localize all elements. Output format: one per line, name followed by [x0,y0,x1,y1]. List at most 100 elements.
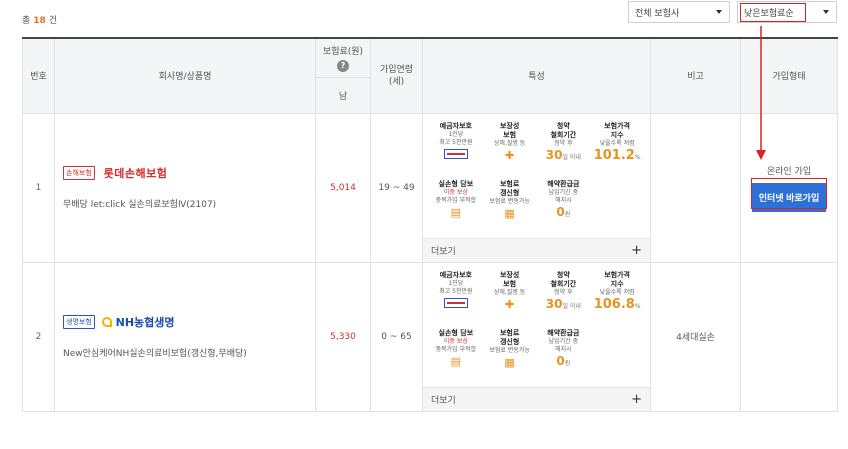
more-toggle[interactable]: 더보기 + [423,386,650,411]
price-index-unit: % [634,302,641,310]
withdrawal-unit: 일 이내 [562,153,581,161]
price-index: 보험가격 지수 낮을수록 저렴 101.2% [590,118,644,176]
header-company-product: 회사명/상품명 [54,37,316,114]
table-row: 2 생명보험 NH농협생명 New안심케어NH실손의료비보험(갱신형,무배당) … [22,261,838,412]
age-range: 0 ~ 65 [370,261,423,412]
note-cell: 4세대실손 [650,261,741,412]
category-badge: 손해보험 [63,166,95,180]
actual-loss-warning: 이중 보상 [443,337,468,345]
sort-highlight-box [740,3,806,22]
row-number: 1 [22,112,55,263]
count-prefix: 총 [22,16,31,26]
compensation-type: 보장성 보험 상해,질병 등 ✚ [483,267,537,325]
withdrawal-title: 청약 철회기간 [550,121,577,139]
actual-loss-title: 실손형 담보 [438,179,474,188]
refund-title: 해약환급금 [547,328,580,337]
price-index-unit: % [634,153,641,161]
actual-loss-warning: 이중 보상 [443,188,468,196]
document-icon: ▤ [450,205,462,219]
company-logo: 롯데손해보험 [103,167,168,180]
note-cell [650,112,741,263]
header-no: 번호 [22,37,55,114]
refund-unit: 원 [564,359,571,367]
chart-icon: ▦ [504,206,515,220]
surrender-refund: 해약환급금 납입기간 중 해지시 0원 [537,176,591,234]
join-type-cell: 온라인 가입 인터넷 바로가입 [740,112,838,263]
deposit-protection-icon [443,297,468,308]
join-highlight-box [751,177,827,209]
premium-value: 5,014 [315,112,371,263]
actual-loss-sub: 중복가입 부적합 [435,345,477,353]
company-logo: NH농협생명 [115,316,175,329]
empty-feature [590,176,644,234]
table-row: 1 손해보험 롯데손해보험 무배당 let:click 실손의료보험Ⅳ(2107… [22,112,838,263]
compensation-title: 보장성 보험 [499,270,520,288]
compensation-sub: 상해,질병 등 [493,288,526,296]
result-count: 총 18 건 [22,13,57,26]
deposit-title: 예금자보호 [439,270,472,279]
nh-logo-icon [101,317,112,327]
withdrawal-title: 청약 철회기간 [550,270,577,288]
renewal-sub: 보험료 변동가능 [489,346,530,354]
actual-loss-coverage: 실손형 담보 이중 보상 중복가입 부적합 ▤ [429,325,483,383]
actual-loss-sub: 중복가입 부적합 [435,196,477,204]
header-note: 비고 [650,37,741,114]
deposit-sub2: 최고 5천만원 [439,138,473,146]
compensation-type: 보장성 보험 상해,질병 등 ✚ [483,118,537,176]
refund-sub1: 납입기간 중 [548,188,579,196]
header-premium: 보험료(원) ? [315,37,371,78]
features-cell: 예금자보호 1인당 최고 5천만원 보장성 보험 상해,질병 등 ✚ 청약 철회… [422,112,651,263]
withdrawal-period: 청약 철회기간 청약 후 30일 이내 [537,267,591,325]
chevron-down-icon [716,10,722,14]
renewal-title: 보험료 갱신형 [499,328,520,346]
withdrawal-sub: 청약 후 [554,288,573,296]
company-product-cell: 손해보험 롯데손해보험 무배당 let:click 실손의료보험Ⅳ(2107) [54,112,316,263]
product-name[interactable]: New안심케어NH실손의료비보험(갱신형,무배당) [63,346,315,359]
document-icon: ▤ [450,354,462,368]
more-toggle[interactable]: 더보기 + [423,237,650,262]
price-index-sub: 낮을수록 저렴 [599,139,635,147]
header-age: 가입연령 (세) [370,37,423,114]
renewal-type: 보험료 갱신형 보험료 변동가능 ▦ [483,325,537,383]
refund-value: 0 [556,204,565,219]
price-index-title: 보험가격 지수 [604,121,630,139]
compensation-sub: 상해,질병 등 [493,139,526,147]
company-filter-select[interactable]: 전체 보험사 [628,1,730,23]
compensation-title: 보장성 보험 [499,121,520,139]
deposit-sub2: 최고 5천만원 [439,287,473,295]
price-index: 보험가격 지수 낮을수록 저렴 106.8% [590,267,644,325]
insurance-table: 번호 회사명/상품명 보험료(원) ? 가입연령 (세) 특성 비고 가입형태 … [22,37,838,412]
actual-loss-coverage: 실손형 담보 이중 보상 중복가입 부적합 ▤ [429,176,483,234]
price-index-value: 101.2 [593,147,635,163]
actual-loss-title: 실손형 담보 [438,328,474,337]
deposit-sub1: 1인당 [448,279,464,287]
company-product-cell: 생명보험 NH농협생명 New안심케어NH실손의료비보험(갱신형,무배당) [54,261,316,412]
more-label: 더보기 [431,246,456,257]
category-badge: 생명보험 [63,315,95,329]
renewal-title: 보험료 갱신형 [499,179,520,197]
refund-sub1: 납입기간 중 [548,337,579,345]
help-icon[interactable]: ? [337,59,349,72]
age-range: 19 ~ 49 [370,112,423,263]
deposit-protection: 예금자보호 1인당 최고 5천만원 [429,118,483,176]
refund-unit: 원 [564,210,571,218]
online-join-label: 온라인 가입 [766,166,812,177]
deposit-protection: 예금자보호 1인당 최고 5천만원 [429,267,483,325]
header-premium-gender: 남 [315,76,371,114]
withdrawal-value: 30 [545,296,563,311]
withdrawal-unit: 일 이내 [562,302,581,310]
product-name[interactable]: 무배당 let:click 실손의료보험Ⅳ(2107) [63,197,315,210]
deposit-title: 예금자보호 [439,121,472,130]
header-features: 특성 [422,37,651,114]
withdrawal-value: 30 [545,147,563,162]
deposit-sub1: 1인당 [448,130,464,138]
medical-icon: ✚ [505,297,515,311]
surrender-refund: 해약환급금 납입기간 중 해지시 0원 [537,325,591,383]
row-number: 2 [22,261,55,412]
header-age-label: 가입연령 (세) [379,64,414,87]
withdrawal-period: 청약 철회기간 청약 후 30일 이내 [537,118,591,176]
withdrawal-sub: 청약 후 [554,139,573,147]
count-number: 18 [33,16,46,26]
price-index-title: 보험가격 지수 [604,270,630,288]
chevron-down-icon [823,10,829,14]
